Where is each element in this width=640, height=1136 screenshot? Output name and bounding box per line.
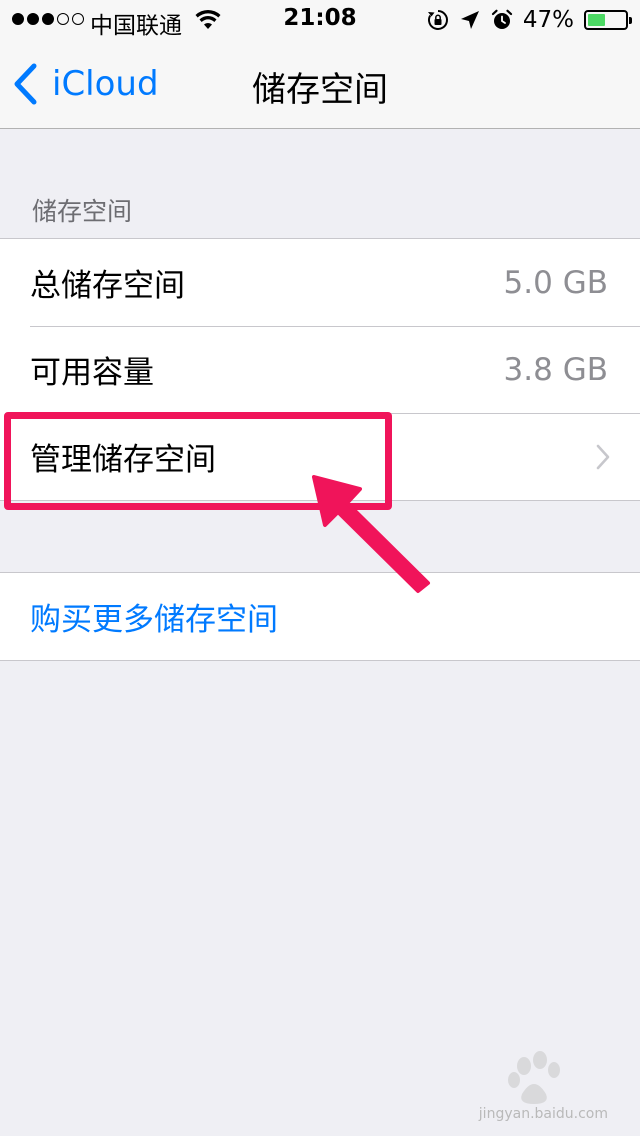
alarm-icon: [491, 9, 512, 29]
row-available-storage: 可用容量 3.8 GB: [0, 326, 640, 413]
status-right-group: 47%: [427, 5, 632, 35]
watermark-text: jingyan.baidu.com: [478, 1106, 608, 1122]
battery-percent: 47%: [522, 7, 574, 33]
settings-screen: 中国联通 21:08 47% iCloud 储存空间 储存空间 总储存空间 5.…: [0, 0, 640, 1136]
battery-nub: [629, 17, 632, 24]
top-bars: 中国联通 21:08 47% iCloud 储存空间: [0, 0, 640, 129]
location-icon: [460, 11, 479, 29]
row-buy-more-storage[interactable]: 购买更多储存空间: [0, 573, 640, 660]
row-manage-storage[interactable]: 管理储存空间: [0, 413, 640, 500]
row-value: 5.0 GB: [503, 264, 608, 301]
navigation-bar: iCloud 储存空间: [0, 40, 640, 128]
row-value: 3.8 GB: [503, 351, 608, 388]
row-label: 总储存空间: [30, 268, 185, 304]
row-label: 可用容量: [30, 355, 154, 391]
buy-more-storage-link[interactable]: 购买更多储存空间: [30, 594, 278, 639]
chevron-right-icon: [596, 444, 610, 470]
battery-icon: [584, 10, 632, 30]
battery-fill: [588, 14, 605, 26]
status-bar: 中国联通 21:08 47%: [0, 0, 640, 40]
storage-group: 总储存空间 5.0 GB 可用容量 3.8 GB 管理储存空间: [0, 238, 640, 501]
buy-group: 购买更多储存空间: [0, 572, 640, 661]
rotation-lock-icon: [427, 10, 448, 30]
row-total-storage: 总储存空间 5.0 GB: [0, 239, 640, 326]
section-header-storage: 储存空间: [32, 197, 133, 226]
page-title: 储存空间: [252, 70, 388, 110]
row-label: 管理储存空间: [30, 442, 216, 478]
